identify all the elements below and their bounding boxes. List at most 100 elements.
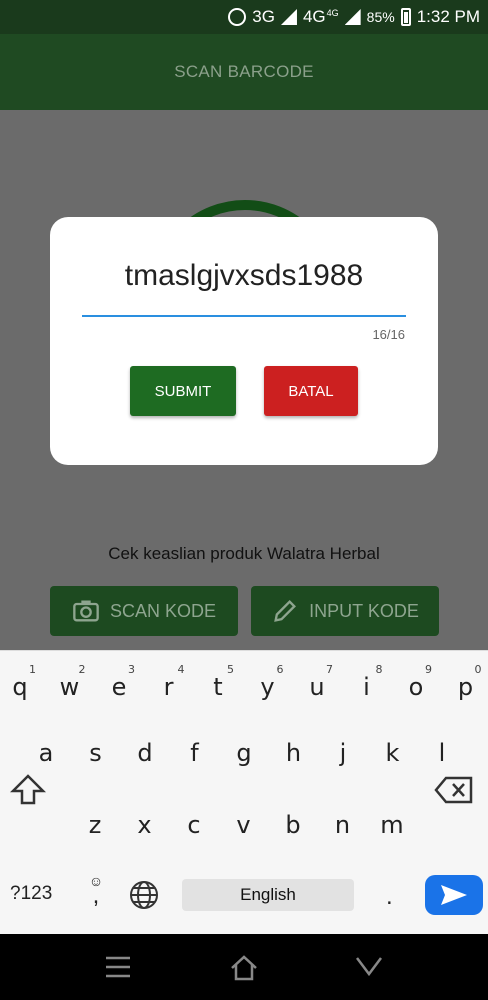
key-letter: d (137, 739, 153, 767)
language-key[interactable] (128, 879, 160, 916)
network-3g-label: 3G (252, 7, 275, 26)
key-letter: q (12, 673, 28, 701)
key-letter: l (438, 739, 446, 767)
period-key[interactable]: . (386, 883, 393, 911)
key-n[interactable]: n (323, 811, 363, 839)
key-letter: h (285, 739, 302, 767)
battery-icon (400, 8, 411, 26)
backspace-key[interactable] (434, 775, 474, 810)
clock: 1:32 PM (416, 7, 480, 26)
key-i[interactable]: i8 (347, 663, 387, 701)
key-letter: n (334, 811, 351, 839)
key-letter: b (285, 811, 301, 839)
network-4g-label: 4G (302, 7, 326, 26)
network-4g-sup: 4G (326, 8, 339, 18)
cancel-button[interactable]: BATAL (264, 366, 358, 416)
key-d[interactable]: d (125, 739, 165, 767)
app-bar: SCAN BARCODE (0, 34, 488, 110)
key-number-hint: 3 (128, 663, 135, 676)
key-letter: u (309, 673, 325, 701)
space-key[interactable]: English (182, 879, 354, 911)
input-underline (82, 315, 406, 317)
key-c[interactable]: c (174, 811, 214, 839)
key-letter: f (190, 739, 199, 767)
input-code-label: INPUT KODE (309, 600, 419, 621)
key-letter: s (89, 739, 102, 767)
status-bar: 3G 4G 4G 85% 1:32 PM (0, 0, 488, 34)
key-k[interactable]: k (373, 739, 413, 767)
key-z[interactable]: z (75, 811, 115, 839)
key-letter: r (163, 673, 174, 701)
battery-percent: 85% (366, 9, 395, 25)
key-b[interactable]: b (273, 811, 313, 839)
input-code-dialog: tmaslgjvxsds1988 16/16 SUBMIT BATAL (50, 217, 438, 465)
key-r[interactable]: r4 (149, 663, 189, 701)
key-o[interactable]: o9 (396, 663, 436, 701)
key-number-hint: 9 (425, 663, 432, 676)
navigation-bar (0, 934, 488, 1000)
key-letter: i (363, 673, 370, 701)
key-e[interactable]: e3 (99, 663, 139, 701)
menu-icon[interactable] (104, 954, 132, 980)
page-title: SCAN BARCODE (174, 62, 314, 81)
key-letter: e (111, 673, 127, 701)
key-letter: k (385, 739, 400, 767)
key-letter: x (137, 811, 152, 839)
key-s[interactable]: s (76, 739, 116, 767)
scan-code-label: SCAN KODE (109, 600, 217, 621)
key-number-hint: 2 (78, 663, 86, 676)
shift-key[interactable] (9, 773, 47, 812)
key-letter: y (260, 673, 275, 701)
key-number-hint: 6 (276, 663, 284, 676)
key-number-hint: 1 (29, 663, 36, 676)
signal-icon (280, 9, 297, 25)
key-x[interactable]: x (125, 811, 165, 839)
submit-button[interactable]: SUBMIT (130, 366, 236, 416)
backspace-icon (434, 776, 473, 804)
back-icon[interactable] (354, 954, 384, 978)
key-u[interactable]: u7 (297, 663, 337, 701)
key-q[interactable]: q1 (0, 663, 40, 701)
key-y[interactable]: y6 (248, 663, 288, 701)
key-letter: j (339, 739, 347, 767)
key-letter: w (59, 673, 80, 701)
key-j[interactable]: j (323, 739, 363, 767)
home-icon[interactable] (229, 954, 259, 982)
char-counter: 16/16 (372, 327, 405, 342)
key-number-hint: 0 (474, 663, 482, 676)
emoji-comma-key[interactable]: ☺ , (86, 873, 106, 908)
key-number-hint: 8 (375, 663, 383, 676)
code-input[interactable]: tmaslgjvxsds1988 (82, 259, 406, 293)
key-letter: t (213, 673, 223, 701)
key-letter: v (236, 811, 251, 839)
key-number-hint: 7 (326, 663, 333, 676)
symbols-key[interactable]: ?123 (10, 883, 52, 905)
key-l[interactable]: l (422, 739, 462, 767)
key-letter: a (38, 739, 54, 767)
send-key[interactable] (425, 875, 483, 915)
signal-icon (344, 9, 361, 25)
globe-icon (130, 881, 158, 909)
key-p[interactable]: p0 (446, 663, 486, 701)
key-h[interactable]: h (274, 739, 314, 767)
key-w[interactable]: w2 (50, 663, 90, 701)
key-letter: m (380, 811, 404, 839)
camera-icon (73, 600, 99, 622)
key-letter: c (187, 811, 201, 839)
key-g[interactable]: g (224, 739, 264, 767)
send-icon (441, 885, 467, 905)
scan-code-button[interactable]: SCAN KODE (50, 586, 238, 636)
keyboard: q1w2e3r4t5y6u7i8o9p0 asdfghjkl zxcvbnm ?… (0, 650, 488, 934)
key-m[interactable]: m (372, 811, 412, 839)
key-letter: p (457, 673, 474, 701)
shift-icon (9, 774, 47, 805)
input-code-button[interactable]: INPUT KODE (251, 586, 439, 636)
key-f[interactable]: f (175, 739, 215, 767)
key-v[interactable]: v (224, 811, 264, 839)
subtitle-text: Cek keaslian produk Walatra Herbal (108, 544, 380, 563)
key-a[interactable]: a (26, 739, 66, 767)
key-letter: o (408, 673, 424, 701)
key-letter: g (236, 739, 252, 767)
alarm-icon (228, 8, 247, 26)
key-t[interactable]: t5 (198, 663, 238, 701)
